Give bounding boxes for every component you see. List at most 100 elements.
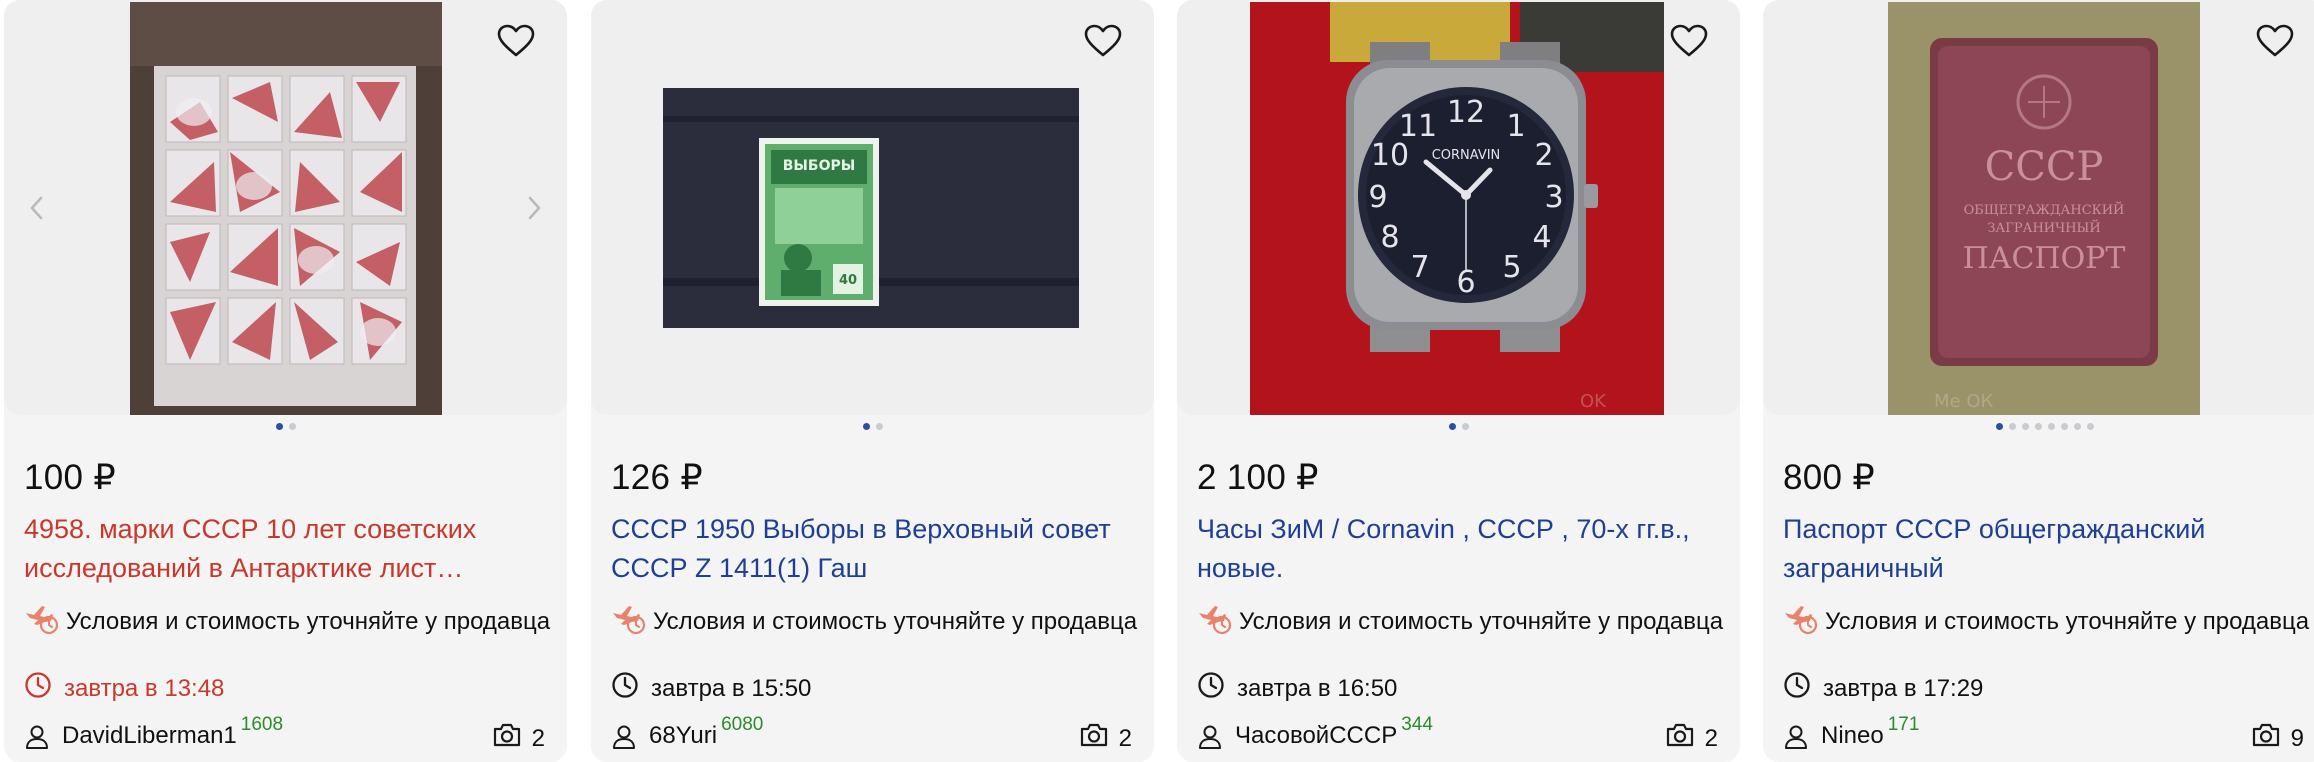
next-image-arrow-icon[interactable] [523, 190, 547, 226]
photo-count: 2 [492, 722, 545, 755]
end-time-text: завтра в 13:48 [64, 674, 225, 702]
product-image-gallery[interactable]: 12 1 2 345 678 9 10 11 CORNAVIN OK [1177, 0, 1740, 415]
plane-clock-icon [1783, 603, 1819, 644]
delivery-info: Условия и стоимость уточняйте у продавца [1783, 603, 2313, 644]
product-photo [130, 2, 442, 415]
seller-info[interactable]: 68Yuri 6080 [611, 712, 763, 757]
favorite-heart-icon[interactable] [1082, 20, 1124, 62]
seller-name[interactable]: Nineo [1821, 722, 1884, 750]
svg-text:8: 8 [1380, 220, 1399, 255]
product-image-gallery[interactable]: СССР ОБЩЕГРАЖДАНСКИЙ ЗАГРАНИЧНЫЙ ПАСПОРТ… [1763, 0, 2314, 415]
auction-end-time: завтра в 13:48 [24, 671, 224, 706]
product-title-link[interactable]: Паспорт СССР общегражданский заграничный [1783, 510, 2313, 588]
pagination-dot-active[interactable] [862, 423, 870, 430]
auction-end-time: завтра в 16:50 [1197, 671, 1397, 706]
product-price: 800 ₽ [1783, 458, 1875, 497]
seller-rating: 1608 [240, 714, 284, 735]
svg-text:1: 1 [1506, 109, 1525, 144]
product-image-gallery[interactable] [4, 0, 567, 415]
svg-text:40: 40 [839, 273, 857, 288]
plane-clock-icon [611, 603, 647, 644]
prev-image-arrow-icon[interactable] [24, 190, 48, 226]
pagination-dot[interactable] [1461, 423, 1469, 430]
pagination-dot-active[interactable] [1448, 423, 1456, 430]
seller-name[interactable]: 68Yuri [649, 722, 717, 750]
end-time-text: завтра в 15:50 [651, 674, 812, 702]
pagination-dot[interactable] [288, 423, 296, 430]
pagination-dot[interactable] [2034, 423, 2042, 430]
product-title-link[interactable]: 4958. марки СССР 10 лет советских исслед… [24, 510, 554, 588]
seller-rating: 171 [1887, 714, 1920, 735]
product-price: 100 ₽ [24, 458, 116, 497]
product-title-link[interactable]: СССР 1950 Выборы в Верховный совет СССР … [611, 510, 1141, 588]
image-pagination-dots[interactable] [1763, 423, 2314, 430]
auction-end-time: завтра в 17:29 [1783, 671, 1983, 706]
photo-count: 2 [1665, 722, 1718, 755]
svg-text:ВЫБОРЫ: ВЫБОРЫ [783, 158, 856, 174]
svg-text:OK: OK [1580, 391, 1607, 412]
svg-text:12: 12 [1447, 95, 1485, 130]
photo-count-value: 2 [1118, 724, 1132, 752]
clock-icon [1783, 671, 1811, 706]
pagination-dot[interactable] [2073, 423, 2081, 430]
pagination-dot[interactable] [2086, 423, 2094, 430]
pagination-dot[interactable] [2021, 423, 2029, 430]
pagination-dot[interactable] [875, 423, 883, 430]
product-card[interactable]: 12 1 2 345 678 9 10 11 CORNAVIN OK 2 100 ₽ Ч… [1177, 0, 1740, 762]
svg-text:7: 7 [1410, 250, 1429, 285]
seller-info[interactable]: Nineo 171 [1783, 712, 1919, 757]
photo-count: 2 [1079, 722, 1132, 755]
product-title-link[interactable]: Часы ЗиМ / Cornavin , СССР , 70-х гг.в.,… [1197, 510, 1727, 588]
product-card[interactable]: СССР ОБЩЕГРАЖДАНСКИЙ ЗАГРАНИЧНЫЙ ПАСПОРТ… [1763, 0, 2314, 762]
svg-text:5: 5 [1502, 250, 1521, 285]
photo-count-value: 2 [1704, 724, 1718, 752]
end-time-text: завтра в 17:29 [1823, 674, 1984, 702]
seller-rating: 6080 [721, 714, 764, 735]
plane-clock-icon [1197, 603, 1233, 644]
svg-text:9: 9 [1368, 180, 1387, 215]
product-photo: СССР ОБЩЕГРАЖДАНСКИЙ ЗАГРАНИЧНЫЙ ПАСПОРТ… [1888, 2, 2200, 415]
clock-icon [24, 671, 52, 706]
delivery-info: Условия и стоимость уточняйте у продавца [611, 603, 1141, 644]
pagination-dot-active[interactable] [275, 423, 283, 430]
camera-icon [492, 722, 522, 755]
person-icon [1783, 724, 1809, 757]
product-card[interactable]: 100 ₽ 4958. марки СССР 10 лет советских … [4, 0, 567, 762]
delivery-info: Условия и стоимость уточняйте у продавца [1197, 603, 1727, 644]
svg-text:ЗАГРАНИЧНЫЙ: ЗАГРАНИЧНЫЙ [1987, 219, 2100, 236]
seller-name[interactable]: DavidLiberman1 [62, 722, 237, 750]
pagination-dot-active[interactable] [1995, 423, 2003, 430]
image-pagination-dots[interactable] [1177, 423, 1740, 430]
product-image-gallery[interactable]: ВЫБОРЫ 40 [591, 0, 1154, 415]
pagination-dot[interactable] [2060, 423, 2068, 430]
photo-count: 9 [2251, 722, 2304, 755]
delivery-info: Условия и стоимость уточняйте у продавца [24, 603, 554, 644]
favorite-heart-icon[interactable] [2254, 20, 2296, 62]
seller-rating: 344 [1401, 714, 1433, 735]
seller-info[interactable]: ЧасовойСССР 344 [1197, 712, 1433, 757]
image-pagination-dots[interactable] [4, 423, 567, 430]
photo-count-value: 9 [2290, 724, 2304, 752]
favorite-heart-icon[interactable] [1668, 20, 1710, 62]
product-price: 126 ₽ [611, 458, 703, 497]
product-card[interactable]: ВЫБОРЫ 40 126 ₽ СССР 1950 Выборы в Верхо… [591, 0, 1154, 762]
pagination-dot[interactable] [2047, 423, 2055, 430]
camera-icon [1079, 722, 1109, 755]
product-price: 2 100 ₽ [1197, 458, 1319, 497]
svg-text:4: 4 [1532, 220, 1551, 255]
camera-icon [2251, 722, 2281, 755]
favorite-heart-icon[interactable] [495, 20, 537, 62]
seller-info[interactable]: DavidLiberman1 1608 [24, 712, 283, 757]
svg-text:ОБЩЕГРАЖДАНСКИЙ: ОБЩЕГРАЖДАНСКИЙ [1964, 201, 2125, 218]
person-icon [611, 724, 637, 757]
pagination-dot[interactable] [2008, 423, 2016, 430]
product-photo: ВЫБОРЫ 40 [663, 88, 1079, 328]
svg-text:11: 11 [1399, 109, 1437, 144]
svg-text:3: 3 [1544, 180, 1563, 215]
delivery-text: Условия и стоимость уточняйте у продавца [653, 608, 1138, 635]
person-icon [1197, 724, 1223, 757]
seller-name[interactable]: ЧасовойСССР [1235, 722, 1397, 750]
product-photo: 12 1 2 345 678 9 10 11 CORNAVIN OK [1250, 2, 1664, 415]
photo-count-value: 2 [531, 724, 545, 752]
image-pagination-dots[interactable] [591, 423, 1154, 430]
